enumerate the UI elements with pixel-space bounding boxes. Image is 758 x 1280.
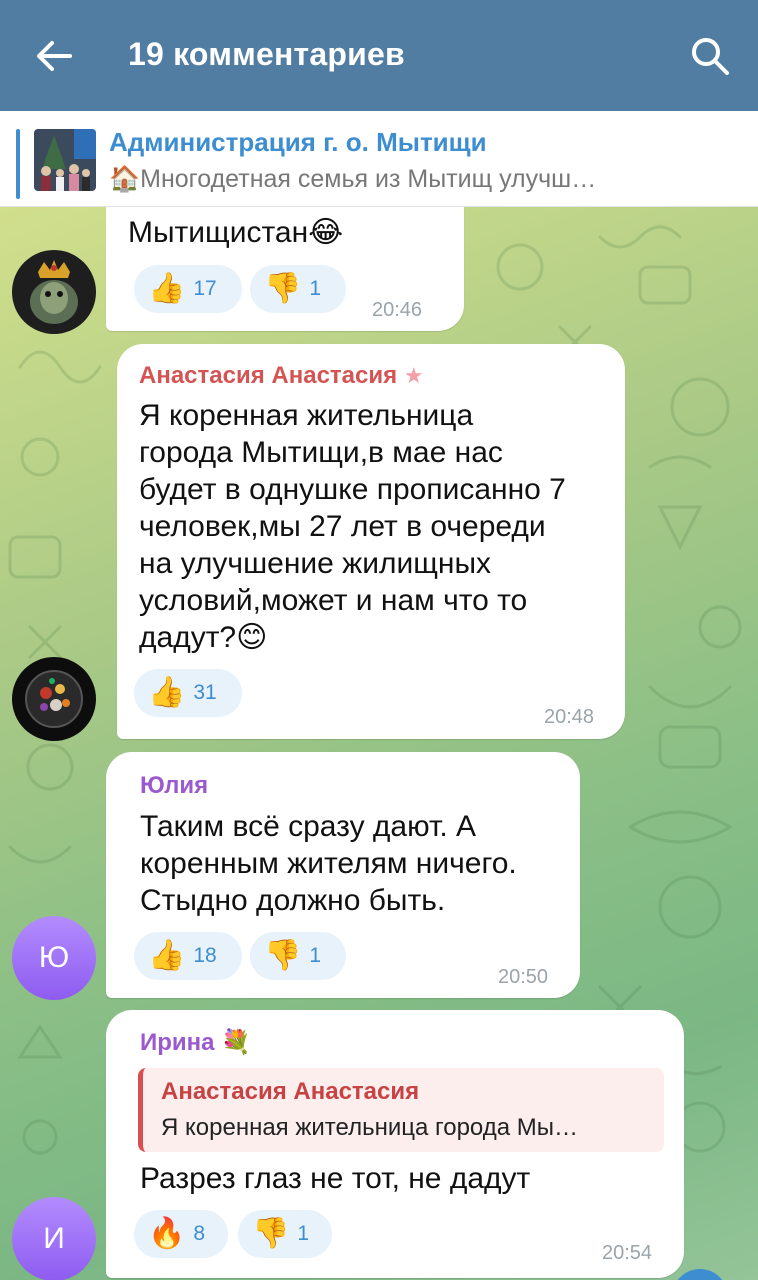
message-time: 20:54 [602,1242,653,1264]
reaction-count: 18 [193,944,217,967]
thumbs-down-icon: 👎 [264,939,302,972]
avatar[interactable]: И [12,1197,96,1280]
search-icon[interactable] [686,32,734,80]
message-author: Юлия [140,772,209,799]
reaction-thumbs-up[interactable]: 👍 17 [134,265,242,313]
message-text: Я коренная жительница города Мытищи,в ма… [139,399,566,654]
message-bubble[interactable]: Юлия Таким всё сразу дают. А коренным жи… [106,752,580,998]
message-bubble[interactable]: Ирина 💐 Анастасия Анастасия Я коренная ж… [106,1010,684,1278]
app-header: 19 комментариев [0,0,758,111]
back-arrow-icon[interactable] [30,32,78,80]
message-time: 20:46 [372,299,423,321]
reaction-count: 31 [193,681,217,704]
thumbs-up-icon: 👍 [148,676,186,709]
reply-quote[interactable]: Анастасия Анастасия Я коренная жительниц… [138,1068,664,1152]
reaction-thumbs-up[interactable]: 👍 31 [134,669,242,717]
message-time: 20:50 [498,966,549,988]
pinned-thumbnail [34,129,96,191]
reaction-count: 1 [309,277,322,300]
reaction-thumbs-down[interactable]: 👎 1 [250,265,346,313]
message-text: Разрез глаз не тот, не дадут [140,1162,531,1195]
reply-author: Анастасия Анастасия [161,1078,420,1105]
pinned-accent-bar [16,129,20,199]
message-author: Ирина 💐 [140,1029,252,1056]
thumbs-down-icon: 👎 [252,1217,290,1250]
chat-area[interactable]: Мытищистан😂 👍 17 👎 1 20:46 Анастасия Ана… [0,207,758,1280]
reaction-thumbs-up[interactable]: 👍 18 [134,932,242,980]
fire-icon: 🔥 [148,1217,186,1250]
pinned-preview-text: 🏠Многодетная семья из Мытищ улучш… [109,165,597,193]
reaction-count: 8 [193,1222,206,1245]
message-author: Анастасия Анастасия ★ [139,362,424,389]
message-text: Таким всё сразу дают. А коренным жителям… [140,810,517,917]
message-bubble[interactable]: Мытищистан😂 👍 17 👎 1 20:46 [106,207,464,331]
flower-icon: 💐 [221,1029,252,1056]
pinned-post[interactable]: Администрация г. о. Мытищи 🏠Многодетная … [0,111,758,207]
avatar[interactable] [12,657,96,741]
thumbs-up-icon: 👍 [148,939,186,972]
message-time: 20:48 [544,706,595,728]
page-title: 19 комментариев [128,36,405,72]
message-bubble[interactable]: Анастасия Анастасия ★ Я коренная жительн… [117,344,625,739]
reaction-fire[interactable]: 🔥 8 [134,1210,228,1258]
reaction-count: 17 [193,277,217,300]
thumbs-down-icon: 👎 [264,272,302,305]
thumbs-up-icon: 👍 [148,272,186,305]
reaction-count: 1 [309,944,322,967]
reply-text: Я коренная жительница города Мы… [161,1114,578,1141]
reaction-count: 1 [297,1222,310,1245]
pinned-channel-name: Администрация г. о. Мытищи [109,127,487,157]
reaction-thumbs-down[interactable]: 👎 1 [238,1210,332,1258]
message-text: Мытищистан😂 [128,216,344,249]
avatar[interactable] [12,250,96,334]
avatar[interactable]: Ю [12,916,96,1000]
reaction-thumbs-down[interactable]: 👎 1 [250,932,346,980]
star-icon: ★ [403,363,424,388]
